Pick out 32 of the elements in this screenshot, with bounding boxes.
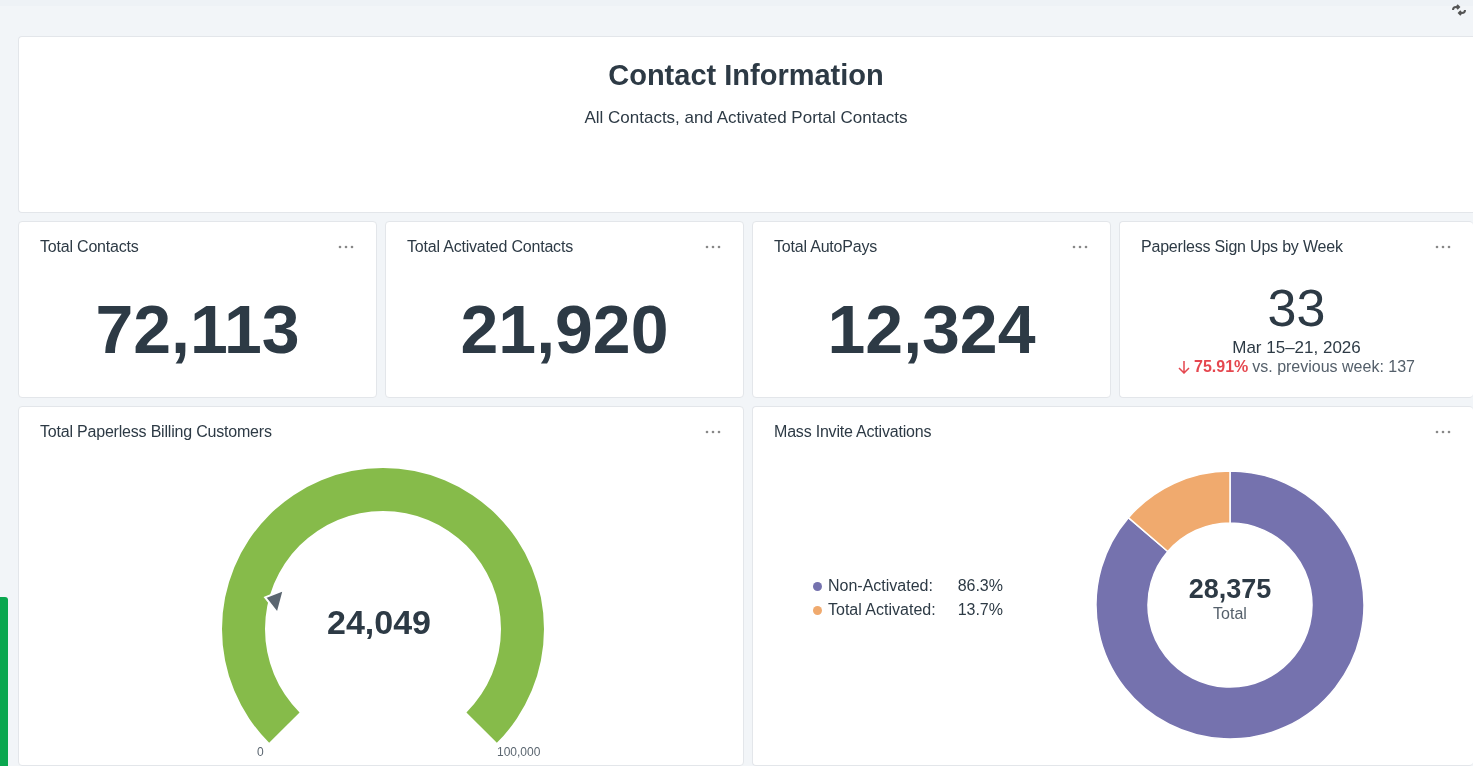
card-title: Paperless Sign Ups by Week bbox=[1141, 238, 1343, 256]
card-title: Total Paperless Billing Customers bbox=[40, 423, 272, 441]
donut-total: 28,375 bbox=[1188, 574, 1272, 605]
dashboard-title: Contact Information bbox=[608, 59, 884, 92]
kpi-value: 72,113 bbox=[94, 290, 301, 368]
legend-label: Non-Activated: bbox=[828, 577, 933, 595]
card-title: Total AutoPays bbox=[774, 238, 878, 256]
kpi-value: 21,920 bbox=[459, 290, 670, 368]
more-icon[interactable] bbox=[1435, 245, 1451, 249]
more-icon[interactable] bbox=[1435, 430, 1451, 434]
card-title: Total Contacts bbox=[40, 238, 139, 256]
more-icon[interactable] bbox=[705, 430, 721, 434]
axis-label: 0 bbox=[257, 745, 264, 759]
more-icon[interactable] bbox=[338, 245, 354, 249]
card-title: Mass Invite Activations bbox=[774, 423, 932, 441]
link-icon[interactable] bbox=[1451, 4, 1467, 16]
legend-value: 13.7% bbox=[957, 601, 1003, 619]
down-arrow-icon bbox=[1178, 360, 1190, 374]
more-icon[interactable] bbox=[1072, 245, 1088, 249]
donut-total-label: Total bbox=[1213, 605, 1247, 623]
period-label: Mar 15–21, 2026 bbox=[1232, 338, 1361, 358]
dashboard-subtitle: All Contacts, and Activated Portal Contacts bbox=[584, 108, 908, 128]
change-percent: 75.91% bbox=[1194, 358, 1249, 376]
more-icon[interactable] bbox=[705, 245, 721, 249]
card-title: Total Activated Contacts bbox=[407, 238, 573, 256]
comparison-text: vs. previous week: 137 bbox=[1252, 358, 1415, 376]
gauge-value: 24,049 bbox=[327, 603, 431, 642]
kpi-value: 12,324 bbox=[826, 290, 1037, 368]
kpi-value: 33 bbox=[1267, 282, 1326, 334]
axis-label: 100,000 bbox=[497, 745, 541, 759]
legend-label: Total Activated: bbox=[828, 601, 936, 619]
legend-value: 86.3% bbox=[957, 577, 1003, 595]
